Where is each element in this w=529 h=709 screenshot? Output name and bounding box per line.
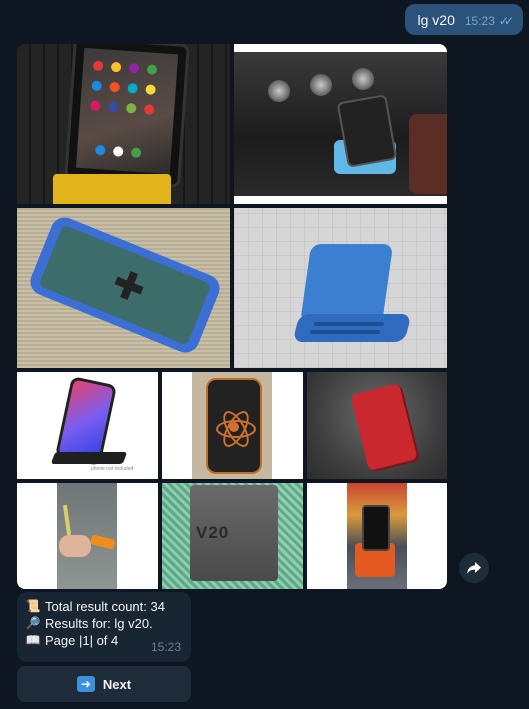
album-photo-3[interactable]: [17, 208, 230, 368]
next-button[interactable]: ➜ Next: [17, 666, 191, 702]
scroll-icon: 📜: [25, 599, 41, 613]
album-photo-4[interactable]: [234, 208, 447, 368]
album-photo-8[interactable]: [17, 483, 158, 589]
results-info-message[interactable]: 📜 Total result count: 34 🔎 Results for: …: [17, 592, 191, 662]
next-button-label: Next: [102, 676, 132, 692]
stand-engraving: V20: [196, 523, 230, 542]
outgoing-message-time: 15:23: [464, 14, 495, 28]
album-photo-9[interactable]: V20: [162, 483, 303, 589]
album-photo-10[interactable]: [307, 483, 447, 589]
album-photo-2[interactable]: [234, 44, 447, 204]
read-ticks-icon: ✓✓: [498, 14, 514, 28]
outgoing-message[interactable]: lg v20 15:23 ✓✓: [404, 4, 523, 35]
photo-album: phone not included V20: [17, 44, 447, 589]
page-indicator-text: Page |1| of 4: [45, 633, 119, 648]
results-query-text: Results for: lg v20.: [45, 616, 153, 631]
arrow-right-icon: ➜: [76, 676, 95, 692]
info-message-time: 15:23: [150, 640, 181, 654]
album-photo-7[interactable]: [307, 372, 447, 479]
album-photo-6[interactable]: [162, 372, 303, 479]
book-icon: 📖: [25, 633, 41, 647]
photo-caption: phone not included: [91, 466, 134, 472]
album-photo-5[interactable]: phone not included: [17, 372, 158, 479]
share-arrow-icon: [467, 562, 481, 574]
share-button[interactable]: [459, 553, 489, 583]
magnifier-icon: 🔎: [25, 616, 41, 630]
album-photo-1[interactable]: [17, 44, 230, 204]
outgoing-message-text: lg v20: [417, 12, 455, 28]
outgoing-message-meta: 15:23 ✓✓: [464, 14, 514, 28]
total-count-text: Total result count: 34: [45, 599, 165, 614]
